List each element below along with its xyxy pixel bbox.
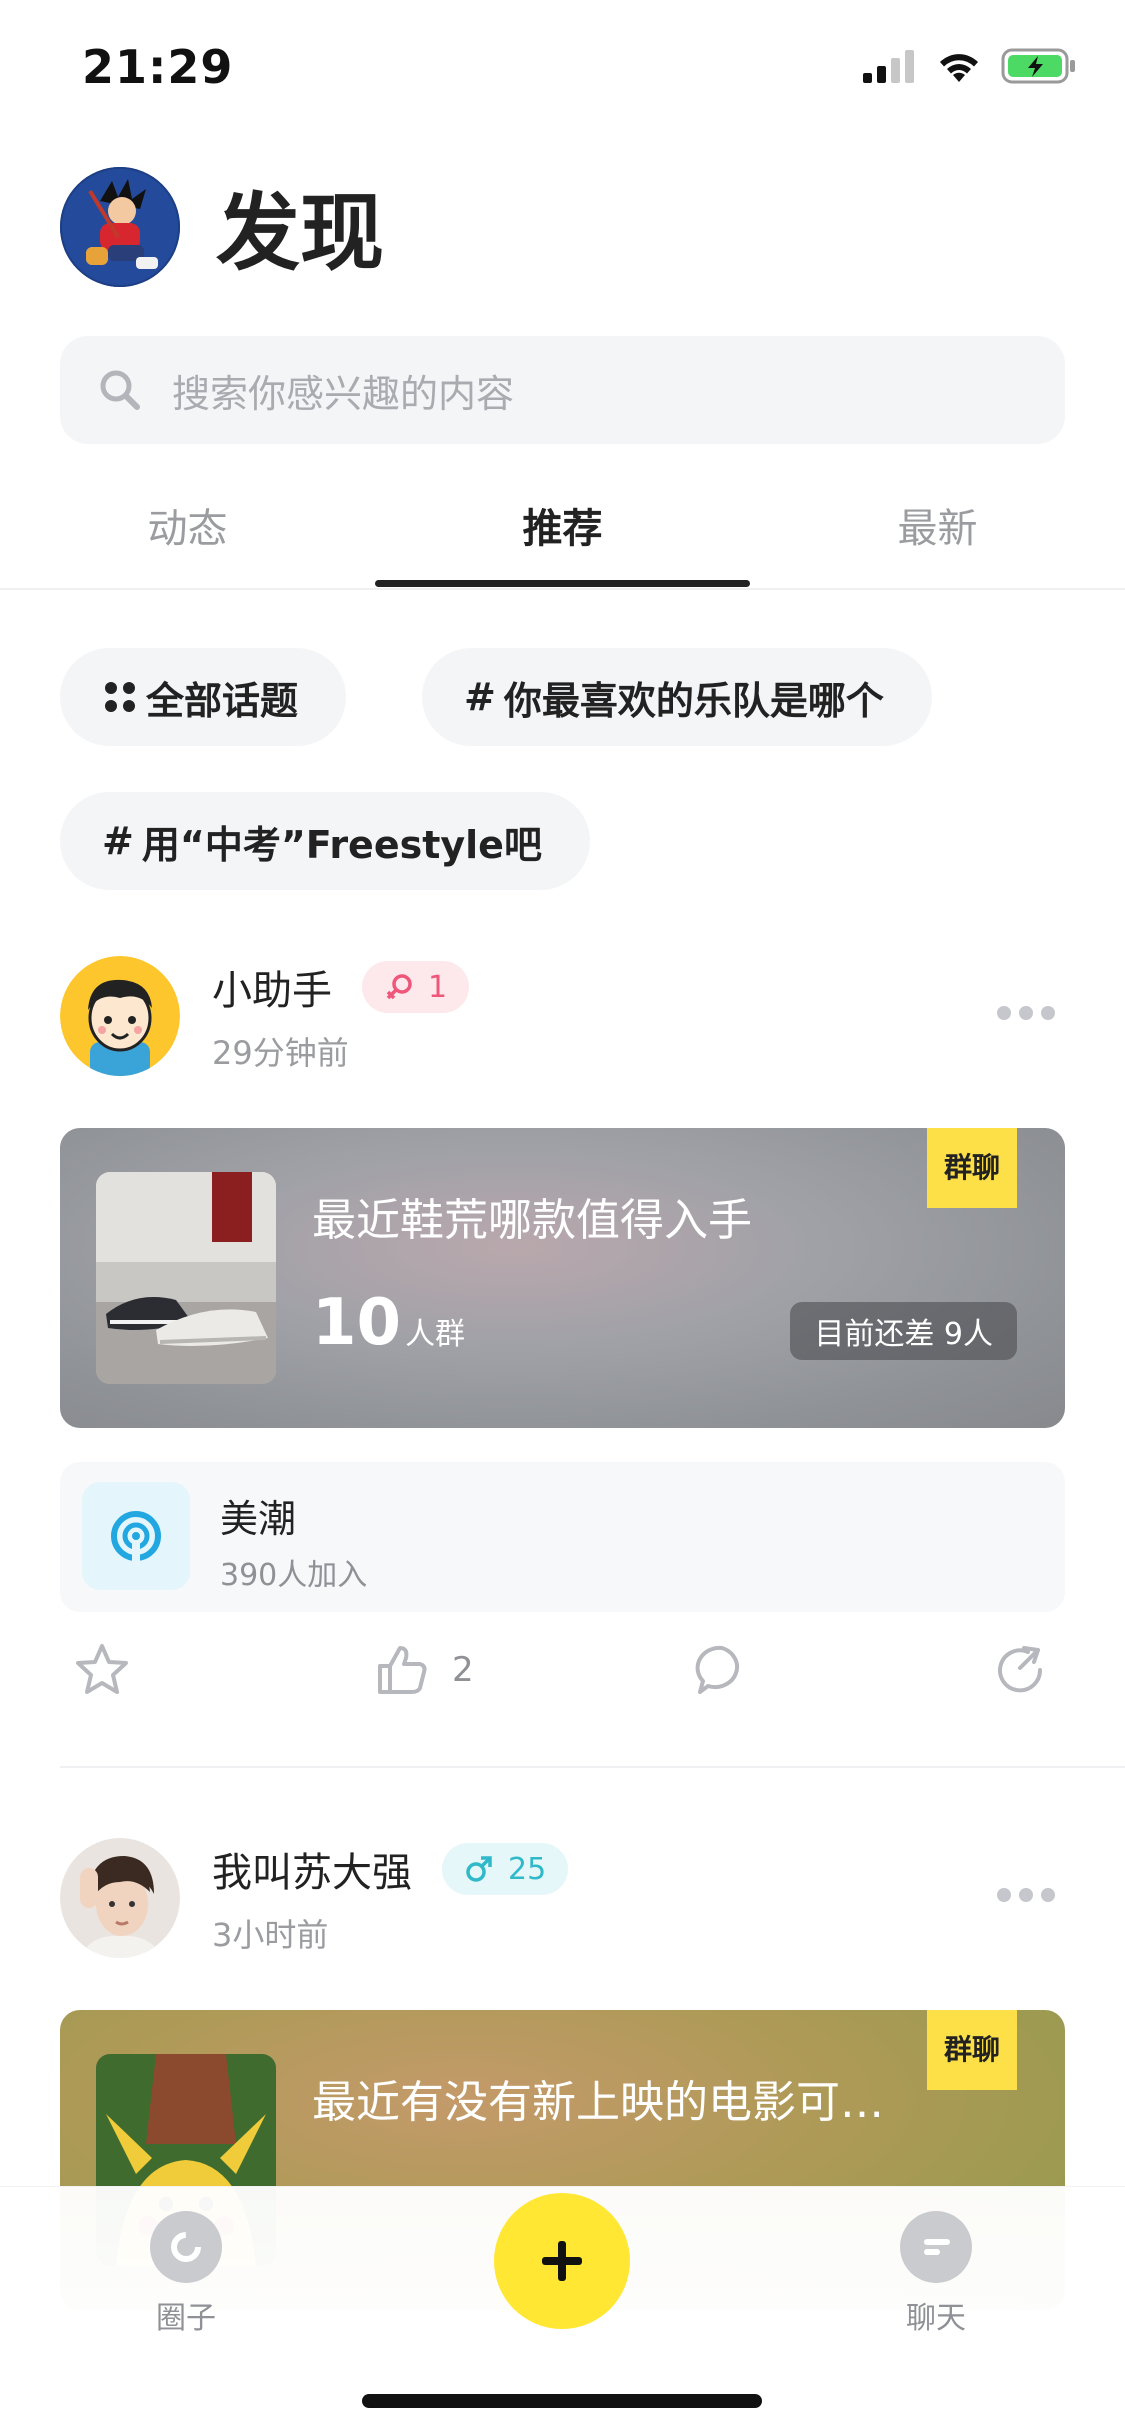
- hashtag-icon: #: [102, 819, 134, 863]
- page-title: 发现: [216, 184, 385, 282]
- signal-circle-icon: [111, 1511, 161, 1562]
- thumbs-up-icon: [378, 1646, 427, 1694]
- circles-glyph: [171, 2232, 201, 2262]
- topic-label: 用“中考”Freestyle吧: [141, 822, 542, 867]
- circle-name: 美潮: [220, 1497, 297, 1541]
- tab-active-indicator: [375, 580, 750, 587]
- status-time: 21:29: [82, 40, 234, 94]
- circle-card[interactable]: 美潮 390人加入: [60, 1462, 1065, 1612]
- share-refresh-icon: [998, 1646, 1043, 1693]
- male-icon: [466, 1856, 492, 1882]
- post-header: 我叫苏大强 25 3小时前: [60, 1838, 1065, 1958]
- post-meta: 小助手 1 29分钟前: [212, 958, 470, 1074]
- tabbar-label: 圈子: [156, 2301, 216, 2336]
- topic-chip-freestyle[interactable]: # 用“中考”Freestyle吧: [60, 792, 590, 890]
- group-chat-tag: 群聊: [927, 1128, 1017, 1208]
- more-options-button[interactable]: [997, 1006, 1055, 1020]
- gender-badge-value: 25: [508, 1851, 547, 1887]
- group-thumbnail: [96, 1172, 276, 1384]
- battery-charging-icon: [1001, 48, 1075, 84]
- cellular-signal-icon: [863, 50, 914, 83]
- more-dot: [1041, 1888, 1055, 1902]
- group-chat-card[interactable]: 最近鞋荒哪款值得入手 10 人群 目前还差 9人 群聊: [60, 1128, 1065, 1428]
- tab-dynamic[interactable]: 动态: [0, 496, 375, 554]
- group-count-unit: 人群: [405, 1317, 466, 1352]
- female-icon: [386, 974, 412, 1000]
- tab-latest[interactable]: 最新: [750, 496, 1125, 554]
- star-icon: [76, 1644, 128, 1694]
- like-button[interactable]: 2: [372, 1640, 474, 1700]
- more-dot: [1019, 1888, 1033, 1902]
- favorite-button[interactable]: [72, 1640, 132, 1700]
- post-avatar[interactable]: [60, 1838, 180, 1958]
- status-bar: 21:29: [0, 0, 1125, 132]
- post-divider: [60, 1766, 1125, 1768]
- tabbar-chat[interactable]: 聊天: [876, 2211, 996, 2337]
- group-title: 最近有没有新上映的电影可…: [312, 2077, 884, 2128]
- like-count: 2: [452, 1650, 474, 1690]
- group-member-count: 10 人群: [312, 1286, 465, 1360]
- topic-label: 全部话题: [146, 678, 299, 723]
- wifi-icon: [940, 54, 978, 82]
- man-avatar-photo: [60, 1838, 180, 1958]
- circle-member-count: 390人加入: [220, 1558, 368, 1593]
- post-time: 3小时前: [212, 1916, 329, 1954]
- gender-badge: 1: [362, 961, 470, 1013]
- post-actions: 2: [60, 1640, 1065, 1730]
- comment-button[interactable]: [692, 1640, 752, 1700]
- assistant-avatar-illustration: [60, 956, 180, 1076]
- tabs-divider: [0, 588, 1125, 590]
- comment-bubble-icon: [695, 1645, 740, 1694]
- post-time: 29分钟前: [212, 1034, 349, 1072]
- search-icon: [100, 370, 140, 410]
- more-dot: [997, 1888, 1011, 1902]
- circles-icon: [150, 2211, 222, 2283]
- discover-screen: 21:29 发现 搜索你感兴趣的内容 动态 推荐 最新 全部话题 # 你最喜欢的…: [0, 0, 1125, 2436]
- group-need-badge: 目前还差 9人: [790, 1302, 1017, 1360]
- user-avatar[interactable]: [60, 166, 180, 287]
- chat-icon: [900, 2211, 972, 2283]
- topic-chip-band[interactable]: # 你最喜欢的乐队是哪个: [422, 648, 932, 746]
- grid-dots-icon: [105, 682, 135, 712]
- more-dot: [1019, 1006, 1033, 1020]
- hashtag-icon: #: [464, 675, 496, 719]
- group-title: 最近鞋荒哪款值得入手: [312, 1195, 752, 1246]
- gender-badge: 25: [442, 1843, 569, 1895]
- more-options-button[interactable]: [997, 1888, 1055, 1902]
- post-name-row: 小助手 1: [212, 958, 470, 1016]
- more-dot: [997, 1006, 1011, 1020]
- create-post-button[interactable]: [494, 2193, 630, 2329]
- share-button[interactable]: [990, 1640, 1050, 1700]
- post-name-row: 我叫苏大强 25: [212, 1840, 569, 1898]
- tabbar-label: 聊天: [906, 2301, 966, 2336]
- user-avatar-illustration: [60, 166, 180, 287]
- gender-badge-value: 1: [428, 969, 448, 1005]
- tabbar-circles[interactable]: 圈子: [126, 2211, 246, 2337]
- chat-glyph: [924, 2239, 950, 2255]
- feed-tabs: 动态 推荐 最新: [0, 478, 1125, 588]
- post-header: 小助手 1 29分钟前: [60, 956, 1065, 1076]
- post-meta: 我叫苏大强 25 3小时前: [212, 1840, 569, 1956]
- post-avatar[interactable]: [60, 956, 180, 1076]
- topic-label: 你最喜欢的乐队是哪个: [503, 678, 884, 723]
- topic-chip-all[interactable]: 全部话题: [60, 648, 347, 746]
- post-author-name[interactable]: 我叫苏大强: [212, 1840, 412, 1898]
- group-chat-tag: 群聊: [927, 2010, 1017, 2090]
- sneakers-photo: [96, 1172, 276, 1384]
- page-header: 发现: [60, 166, 384, 287]
- more-dot: [1041, 1006, 1055, 1020]
- plus-icon: [542, 2241, 582, 2281]
- group-count-number: 10: [312, 1286, 402, 1360]
- search-placeholder: 搜索你感兴趣的内容: [172, 371, 515, 416]
- tab-recommend[interactable]: 推荐: [375, 496, 750, 554]
- circle-icon: [82, 1482, 190, 1590]
- status-icons: [863, 48, 1077, 84]
- post-author-name[interactable]: 小助手: [212, 958, 332, 1016]
- search-bar[interactable]: 搜索你感兴趣的内容: [60, 336, 1065, 444]
- home-indicator: [362, 2394, 762, 2408]
